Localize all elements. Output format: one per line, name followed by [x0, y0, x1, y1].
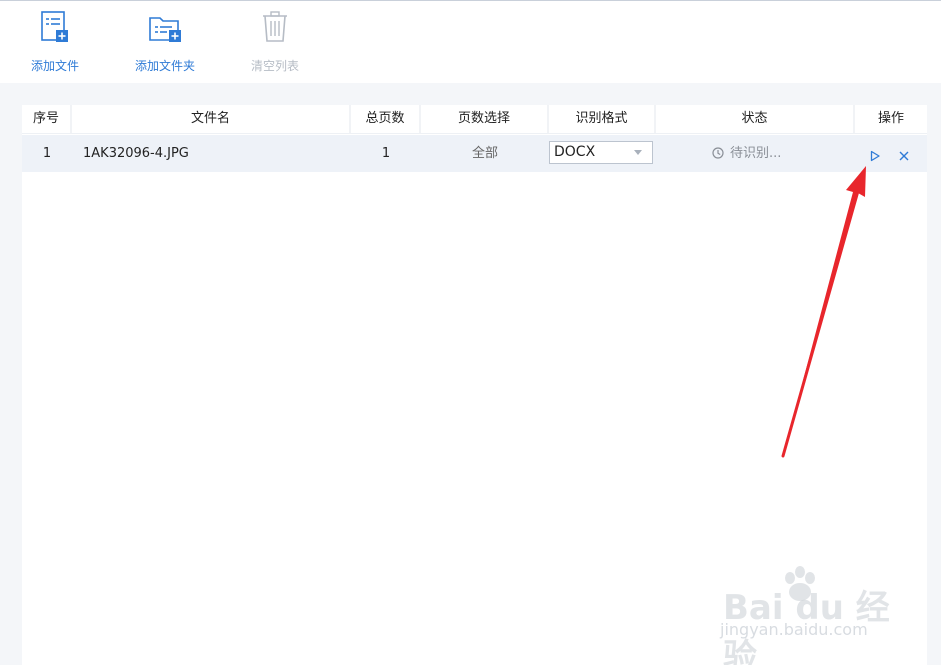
row-page-selection[interactable]: 全部 — [421, 135, 549, 172]
format-select-value: DOCX — [554, 144, 596, 160]
row-filename: 1AK32096-4.JPG — [83, 146, 189, 161]
table-header: 序号 文件名 总页数 页数选择 识别格式 状态 操作 — [22, 105, 927, 134]
app-window: 添加文件 添加文件夹 清空列表 序号 文件名 总页数 页数选择 识别格式 状态 … — [0, 0, 941, 665]
row-index: 1 — [42, 146, 52, 161]
add-file-label: 添加文件 — [30, 59, 79, 73]
baidu-watermark: Bai du 经验 jingyan.baidu.com — [718, 560, 918, 665]
header-index[interactable]: 序号 — [22, 105, 72, 133]
header-actions[interactable]: 操作 — [855, 105, 927, 133]
clear-list-button[interactable]: 清空列表 — [242, 1, 308, 83]
clear-list-label: 清空列表 — [250, 59, 299, 73]
status-text: 待识别... — [730, 146, 782, 161]
format-select[interactable]: DOCX — [549, 141, 653, 164]
watermark-url: jingyan.baidu.com — [720, 620, 868, 639]
chevron-down-icon — [634, 150, 642, 155]
status-cell: 待识别... — [712, 135, 781, 172]
header-status[interactable]: 状态 — [656, 105, 855, 133]
clock-icon — [712, 147, 724, 159]
header-filename[interactable]: 文件名 — [72, 105, 351, 133]
row-total-pages: 1 — [381, 146, 391, 161]
toolbar: 添加文件 添加文件夹 清空列表 — [0, 1, 941, 83]
header-total-pages[interactable]: 总页数 — [351, 105, 421, 133]
play-icon[interactable] — [869, 147, 881, 162]
add-folder-button[interactable]: 添加文件夹 — [128, 1, 202, 83]
header-format[interactable]: 识别格式 — [549, 105, 656, 133]
header-page-selection[interactable]: 页数选择 — [421, 105, 549, 133]
add-file-button[interactable]: 添加文件 — [22, 1, 88, 83]
table-row[interactable]: 1 1AK32096-4.JPG 1 全部 DOCX 待识别... — [22, 135, 927, 172]
add-file-icon — [40, 10, 70, 47]
add-folder-icon — [147, 10, 183, 47]
add-folder-label: 添加文件夹 — [134, 59, 195, 73]
trash-icon — [260, 10, 290, 47]
close-icon[interactable] — [898, 147, 910, 161]
